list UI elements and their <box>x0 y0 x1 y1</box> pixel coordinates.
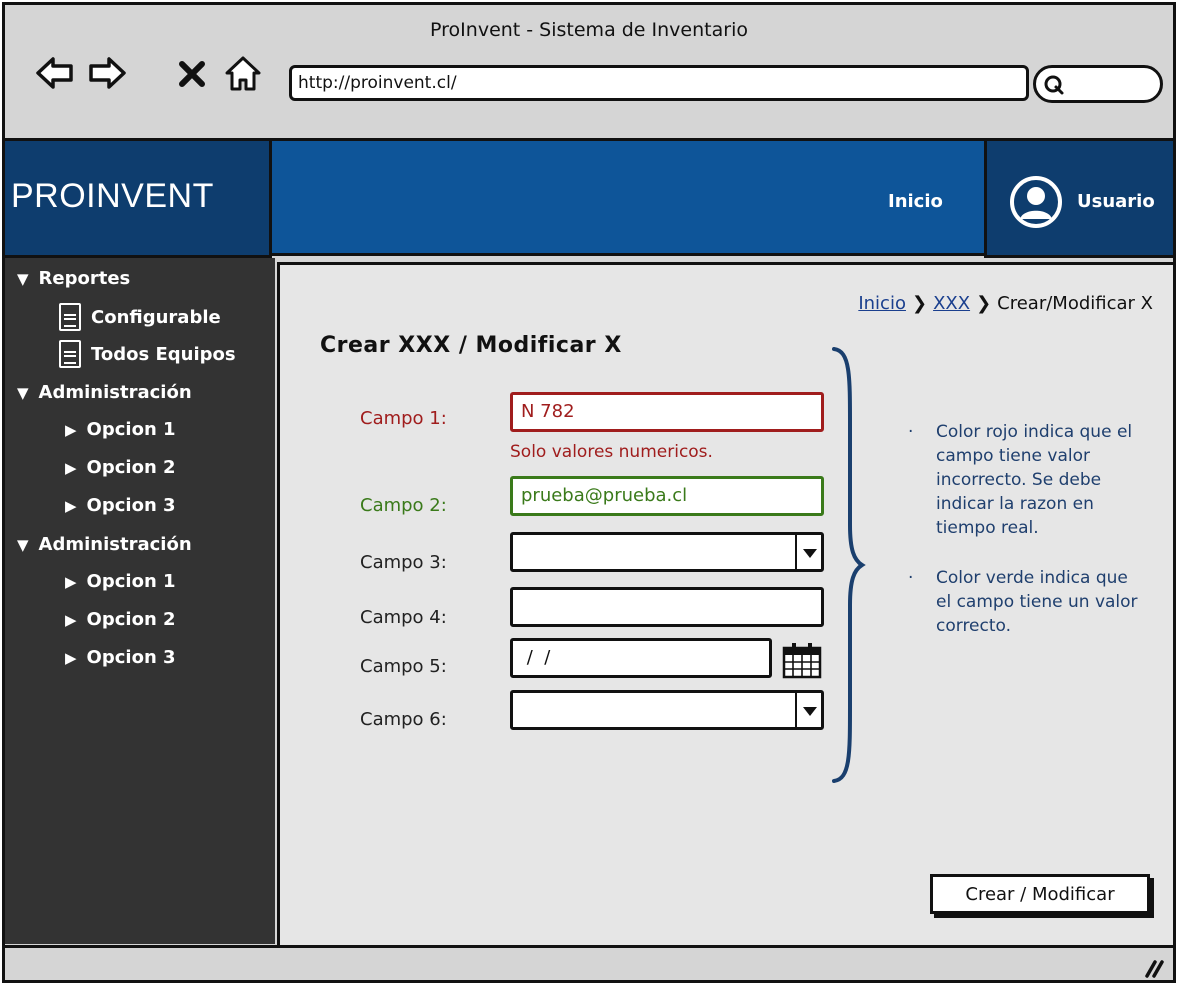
submit-button[interactable]: Crear / Modificar <box>930 874 1150 914</box>
campo-1-input[interactable]: N 782 <box>510 392 824 432</box>
app-window: ProInvent - Sistema de Inventario http:/… <box>2 2 1176 983</box>
curly-brace-icon <box>832 347 866 783</box>
campo-3-select[interactable] <box>510 532 824 572</box>
sidebar: ▼ Reportes Configurable Todos Equipos ▼ … <box>5 258 275 944</box>
sidebar-item-opcion-1[interactable]: ▶ Opcion 1 <box>65 571 176 592</box>
triangle-right-icon: ▶ <box>65 496 77 515</box>
search-icon <box>1044 75 1064 95</box>
sidebar-item-configurable[interactable]: Configurable <box>59 303 221 331</box>
field-label-campo-3: Campo 3: <box>360 552 447 573</box>
sidebar-item-todos-equipos[interactable]: Todos Equipos <box>59 340 236 368</box>
triangle-right-icon: ▶ <box>65 572 77 591</box>
document-icon <box>59 303 81 331</box>
sidebar-item-label: Opcion 3 <box>86 647 176 668</box>
note-text: Color verde indica que el campo tiene un… <box>936 568 1138 636</box>
chevron-down-icon[interactable] <box>795 693 821 727</box>
sidebar-item-label: Todos Equipos <box>91 343 236 365</box>
field-label-campo-2: Campo 2: <box>360 495 447 516</box>
header-bar: Inicio <box>272 141 984 256</box>
sidebar-item-opcion-3[interactable]: ▶ Opcion 3 <box>65 495 176 516</box>
triangle-down-icon: ▼ <box>17 269 29 288</box>
breadcrumb-link-xxx[interactable]: XXX <box>933 293 970 314</box>
campo-5-date-input[interactable]: / / <box>510 638 772 678</box>
sidebar-item-label: Opcion 2 <box>86 457 176 478</box>
sidebar-item-label: Opcion 2 <box>86 609 176 630</box>
app-logo: PROINVENT <box>11 177 214 215</box>
close-x-icon[interactable] <box>175 53 209 93</box>
forward-arrow-icon[interactable] <box>87 53 127 93</box>
triangle-right-icon: ▶ <box>65 420 77 439</box>
document-icon <box>59 340 81 368</box>
browser-chrome: ProInvent - Sistema de Inventario http:/… <box>5 5 1173 141</box>
resize-grip-icon[interactable] <box>1141 954 1165 978</box>
user-avatar-icon <box>1010 176 1062 228</box>
breadcrumb-link-inicio[interactable]: Inicio <box>858 293 906 314</box>
back-arrow-icon[interactable] <box>35 53 75 93</box>
sidebar-item-label: Opcion 1 <box>86 571 176 592</box>
sidebar-item-opcion-2[interactable]: ▶ Opcion 2 <box>65 609 176 630</box>
main-content: Inicio ❯ XXX ❯ Crear/Modificar X Crear XXX /… <box>277 262 1173 945</box>
note-item: · Color verde indica que el campo tiene … <box>908 566 1148 638</box>
field-label-campo-5: Campo 5: <box>360 656 447 677</box>
sidebar-section-label: Administración <box>38 534 192 555</box>
bullet-icon: · <box>908 568 914 588</box>
calendar-icon[interactable] <box>780 640 824 680</box>
field-label-campo-6: Campo 6: <box>360 709 447 730</box>
note-text: Color rojo indica que el campo tiene val… <box>936 422 1133 538</box>
chevron-down-icon[interactable] <box>795 535 821 569</box>
sidebar-section-label: Administración <box>38 382 192 403</box>
window-title: ProInvent - Sistema de Inventario <box>430 19 748 41</box>
user-label: Usuario <box>1077 191 1155 212</box>
sidebar-section-label: Reportes <box>38 268 131 289</box>
page-title: Crear XXX / Modificar X <box>320 333 622 358</box>
user-menu[interactable]: Usuario <box>984 141 1173 258</box>
campo-6-select[interactable] <box>510 690 824 730</box>
breadcrumb: Inicio ❯ XXX ❯ Crear/Modificar X <box>858 293 1153 314</box>
note-item: · Color rojo indica que el campo tiene v… <box>908 420 1148 540</box>
triangle-right-icon: ▶ <box>65 648 77 667</box>
status-bar <box>5 945 1173 980</box>
sidebar-item-opcion-2[interactable]: ▶ Opcion 2 <box>65 457 176 478</box>
breadcrumb-current: Crear/Modificar X <box>997 293 1153 314</box>
triangle-down-icon: ▼ <box>17 383 29 402</box>
campo-4-input[interactable] <box>510 587 824 627</box>
triangle-right-icon: ▶ <box>65 610 77 629</box>
sidebar-section-reportes[interactable]: ▼ Reportes <box>17 268 130 289</box>
sidebar-item-label: Opcion 3 <box>86 495 176 516</box>
sidebar-item-opcion-3[interactable]: ▶ Opcion 3 <box>65 647 176 668</box>
sidebar-item-label: Configurable <box>91 306 221 328</box>
home-icon[interactable] <box>223 53 263 93</box>
bullet-icon: · <box>908 422 914 442</box>
triangle-right-icon: ▶ <box>65 458 77 477</box>
browser-search-box[interactable] <box>1033 65 1163 103</box>
sidebar-section-administracion-2[interactable]: ▼ Administración <box>17 534 192 555</box>
triangle-down-icon: ▼ <box>17 535 29 554</box>
notes-panel: · Color rojo indica que el campo tiene v… <box>908 420 1148 664</box>
chevron-right-icon: ❯ <box>911 293 928 314</box>
nav-home-link[interactable]: Inicio <box>888 191 943 212</box>
sidebar-item-label: Opcion 1 <box>86 419 176 440</box>
sidebar-section-administracion[interactable]: ▼ Administración <box>17 382 192 403</box>
campo-2-input[interactable]: prueba@prueba.cl <box>510 476 824 516</box>
logo-box[interactable]: PROINVENT <box>5 141 272 258</box>
field-label-campo-1: Campo 1: <box>360 408 447 429</box>
url-bar[interactable]: http://proinvent.cl/ <box>289 65 1029 101</box>
sidebar-item-opcion-1[interactable]: ▶ Opcion 1 <box>65 419 176 440</box>
field-label-campo-4: Campo 4: <box>360 607 447 628</box>
campo-1-error-message: Solo valores numericos. <box>510 442 713 462</box>
chevron-right-icon: ❯ <box>976 293 992 314</box>
